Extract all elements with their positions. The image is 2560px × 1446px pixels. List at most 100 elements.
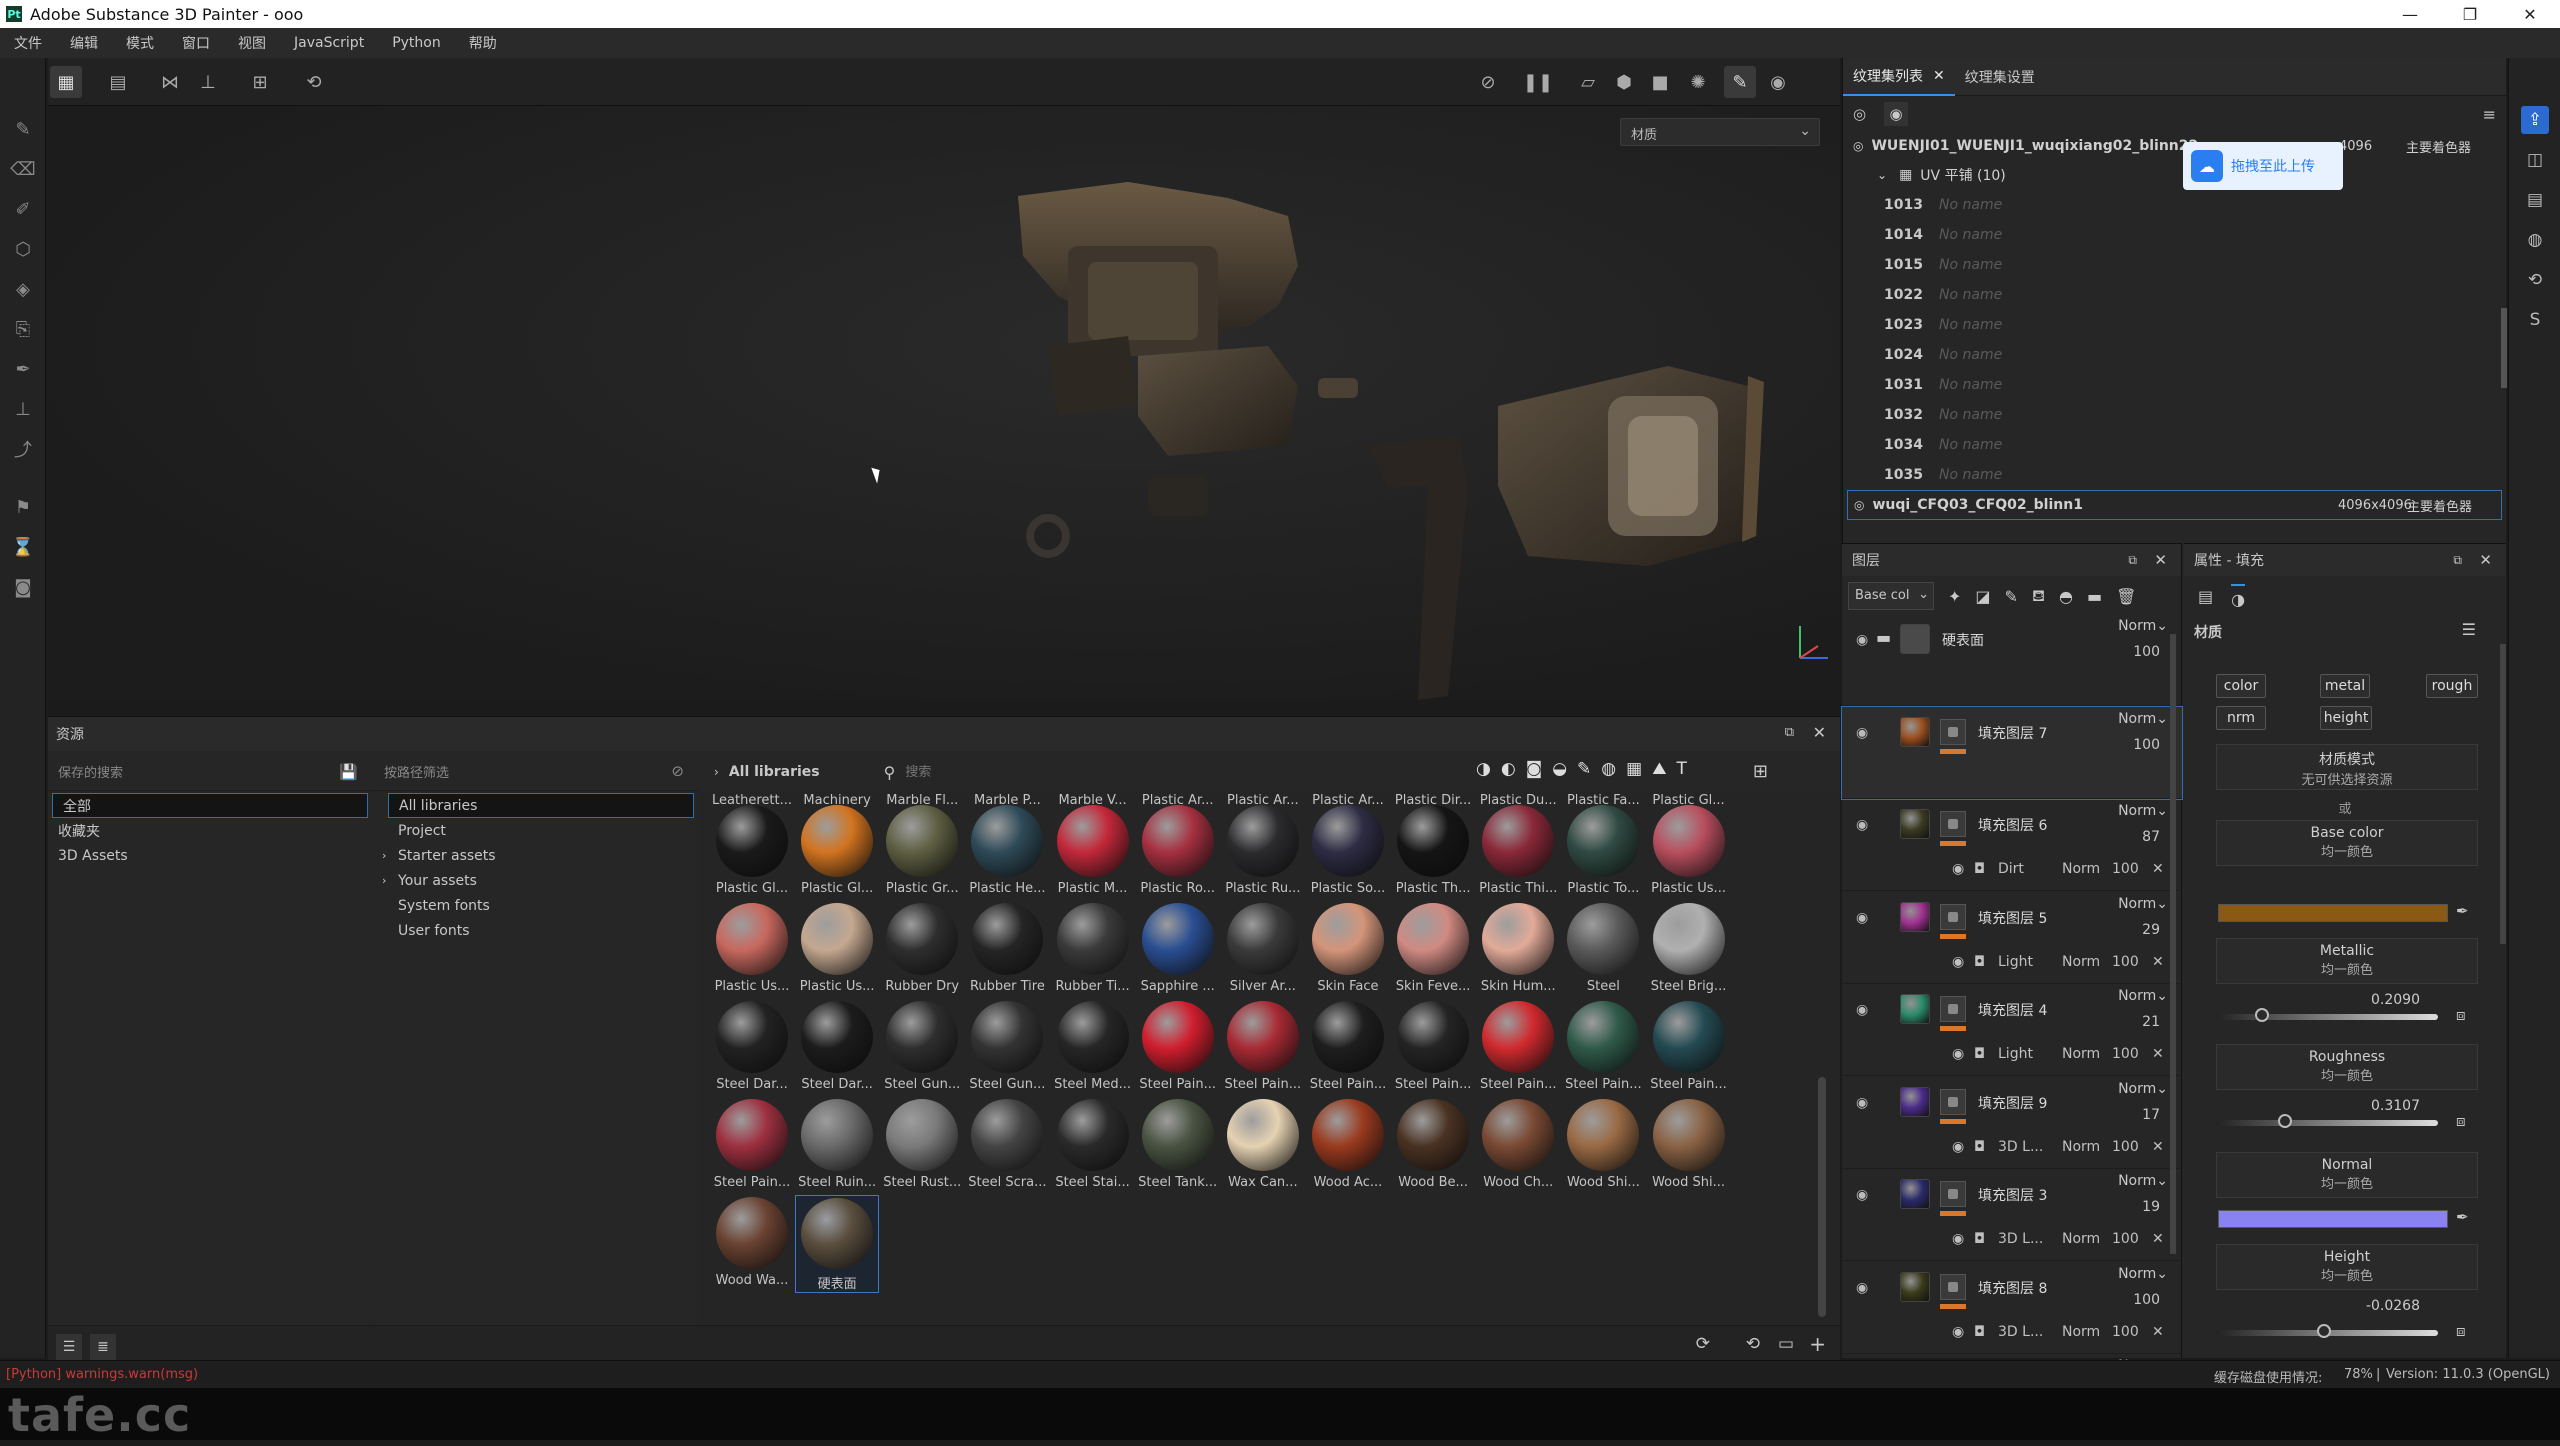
history-icon[interactable]: ⟲ [1746, 1334, 1760, 1354]
material-tile[interactable]: Skin Hum... [1476, 901, 1560, 999]
layer-name[interactable]: 填充图层 5 [1978, 908, 2047, 928]
grid-options-icon[interactable]: ▤ [102, 66, 134, 98]
metallic-value[interactable]: 0.2090 [2371, 992, 2420, 1008]
eye-icon[interactable]: ◎ [1853, 139, 1863, 153]
material-tile[interactable]: Steel Pain... [1136, 999, 1220, 1097]
eye-icon[interactable]: ◉ [1856, 817, 1868, 833]
height-slider[interactable] [2216, 1324, 2438, 1338]
material-tile[interactable]: Silver Ar... [1221, 901, 1305, 999]
material-tile[interactable]: Steel Pain... [1561, 999, 1645, 1097]
channel-color-toggle[interactable]: color [2216, 674, 2266, 698]
history-icon[interactable]: ⟲ [298, 66, 330, 98]
screenshot-icon[interactable]: ◙ [8, 572, 38, 602]
menu-javascript[interactable]: JavaScript [294, 35, 364, 51]
uv-tile-row[interactable]: 1023 No name [1843, 310, 2506, 340]
snapshot-icon[interactable]: ◉ [1762, 66, 1794, 98]
texture-set-scrollbar[interactable] [2501, 308, 2507, 388]
close-panel-icon[interactable]: ✕ [2154, 551, 2167, 569]
menu-edit[interactable]: 编辑 [70, 33, 98, 53]
breadcrumb[interactable]: All libraries [729, 764, 820, 780]
menu-window[interactable]: 窗口 [182, 33, 210, 53]
path-project[interactable]: Project [374, 818, 698, 843]
remove-effect-icon[interactable]: ✕ [2152, 1324, 2164, 1340]
roughness-slider[interactable] [2216, 1114, 2438, 1128]
saved-item-all[interactable]: 全部 [52, 793, 368, 818]
viewport-3d[interactable]: 材质 ⌄ [48, 106, 1840, 700]
layer-name[interactable]: 填充图层 6 [1978, 815, 2047, 835]
layer-row[interactable]: ◉ 填充图层 8 Norm⌄ 100 ◉ ◘ 3D L... Norm 100 ✕ [1842, 1262, 2182, 1354]
material-tile[interactable]: Plastic Us... [1647, 803, 1731, 901]
add-icon[interactable]: + [1809, 1332, 1826, 1356]
material-tile[interactable]: Steel Dar... [795, 999, 879, 1097]
blend-mode[interactable]: Norm⌄ [2118, 1173, 2168, 1189]
effect-opacity[interactable]: 100 [2112, 1231, 2139, 1247]
asset-search-input[interactable] [905, 759, 1286, 785]
mirror-x-icon[interactable]: ⋈ [154, 66, 186, 98]
layer-opacity[interactable]: 17 [2142, 1107, 2160, 1123]
close-panel-icon[interactable]: ✕ [2479, 551, 2492, 569]
viewport-2d-icon[interactable]: ▱ [1572, 66, 1604, 98]
channel-rough-toggle[interactable]: rough [2426, 674, 2478, 698]
add-view-icon[interactable]: ⊞ [244, 66, 276, 98]
material-tile[interactable]: Plastic Th... [1391, 803, 1475, 901]
material-tile[interactable]: Steel Scra... [965, 1097, 1049, 1195]
material-tile[interactable]: Steel Pain... [1476, 999, 1560, 1097]
material-tile[interactable]: Wood Be... [1391, 1097, 1475, 1195]
eye-hide-icon[interactable]: ◎ [1853, 105, 1866, 123]
layer-name[interactable]: 填充图层 4 [1978, 1000, 2047, 1020]
effect-blend[interactable]: Norm [2062, 1324, 2100, 1340]
eye-icon[interactable]: ◉ [1856, 725, 1868, 741]
uv-tile-row[interactable]: 1035 No name [1843, 460, 2506, 490]
layer-row[interactable]: ◉ ▬ 硬表面 Norm⌄ 100 [1842, 614, 2182, 706]
channel-dropdown[interactable]: 材质 ⌄ [1620, 118, 1820, 146]
hide-filter-icon[interactable]: ⊘ [671, 762, 684, 780]
eye-icon[interactable]: ◉ [1952, 1231, 1964, 1247]
float-panel-icon[interactable]: ⧉ [2453, 553, 2462, 568]
stamp-icon[interactable]: ⊥ [8, 394, 38, 424]
bake-icon[interactable]: ⌛ [8, 532, 38, 562]
menu-view[interactable]: 视图 [238, 33, 266, 53]
path-all-libraries[interactable]: All libraries [388, 793, 694, 818]
effect-opacity[interactable]: 100 [2112, 1139, 2139, 1155]
python-warning[interactable]: [Python] warnings.warn(msg) [6, 1367, 198, 1382]
material-tile[interactable]: Plastic Ru... [1221, 803, 1305, 901]
texture-set-row-selected[interactable]: ◎ wuqi_CFQ03_CFQ02_blinn1 4096x4096 主要着色… [1847, 490, 2502, 520]
tab-texture-set-settings[interactable]: 纹理集设置 [1955, 58, 2045, 96]
material-tile[interactable]: Wax Can... [1221, 1097, 1305, 1195]
layer-name[interactable]: 硬表面 [1942, 630, 1984, 650]
text-filter-icon[interactable]: T [1676, 759, 1686, 779]
mask-filter-icon[interactable]: ◙ [1526, 759, 1543, 779]
path-your-assets[interactable]: › Your assets [374, 868, 698, 893]
height-box[interactable]: Height 均一颜色 [2216, 1244, 2478, 1290]
roughness-box[interactable]: Roughness 均一颜色 [2216, 1044, 2478, 1090]
material-tile[interactable]: Plastic Gl... [710, 803, 794, 901]
material-tile[interactable]: Wood Wa... [710, 1195, 794, 1293]
material-tile[interactable]: Plastic He... [965, 803, 1049, 901]
projection-icon[interactable]: ✐ [8, 194, 38, 224]
uv-tile-row[interactable]: 1014 No name [1843, 220, 2506, 250]
layer-opacity[interactable]: 21 [2142, 1014, 2160, 1030]
menu-mode[interactable]: 模式 [126, 33, 154, 53]
paint-brush-icon[interactable]: ✎ [8, 114, 38, 144]
layer-name[interactable]: 填充图层 3 [1978, 1185, 2047, 1205]
material-tile[interactable]: Plastic To... [1561, 803, 1645, 901]
add-folder-icon[interactable]: ▬ [2087, 587, 2102, 606]
texture-set-row[interactable]: ◎ WUENJI01_WUENJI1_wuqixiang02_blinn22 4… [1843, 132, 2506, 160]
material-tile[interactable]: Steel Tank... [1136, 1097, 1220, 1195]
material-tile[interactable]: Steel Gun... [880, 999, 964, 1097]
material-tile[interactable]: Rubber Tire [965, 901, 1049, 999]
save-search-icon[interactable]: 💾 [339, 763, 358, 781]
minimize-button[interactable]: — [2380, 0, 2440, 28]
menu-python[interactable]: Python [392, 35, 441, 51]
brush-filter-icon[interactable]: ✎ [1577, 759, 1591, 779]
link-icon[interactable]: ⧈ [2456, 1006, 2466, 1024]
eyedropper-icon[interactable]: ✒ [2456, 902, 2469, 920]
eye-icon[interactable]: ◉ [1856, 1095, 1868, 1111]
properties-icon[interactable]: ▤ [2521, 186, 2549, 214]
material-tile[interactable]: Rubber Ti... [1051, 901, 1135, 999]
layers-icon[interactable]: ◫ [2521, 146, 2549, 174]
eye-icon[interactable]: ◉ [1952, 1139, 1964, 1155]
remove-effect-icon[interactable]: ✕ [2152, 861, 2164, 877]
material-tile[interactable]: Skin Face [1306, 901, 1390, 999]
link-icon[interactable]: ⧈ [2456, 1322, 2466, 1340]
